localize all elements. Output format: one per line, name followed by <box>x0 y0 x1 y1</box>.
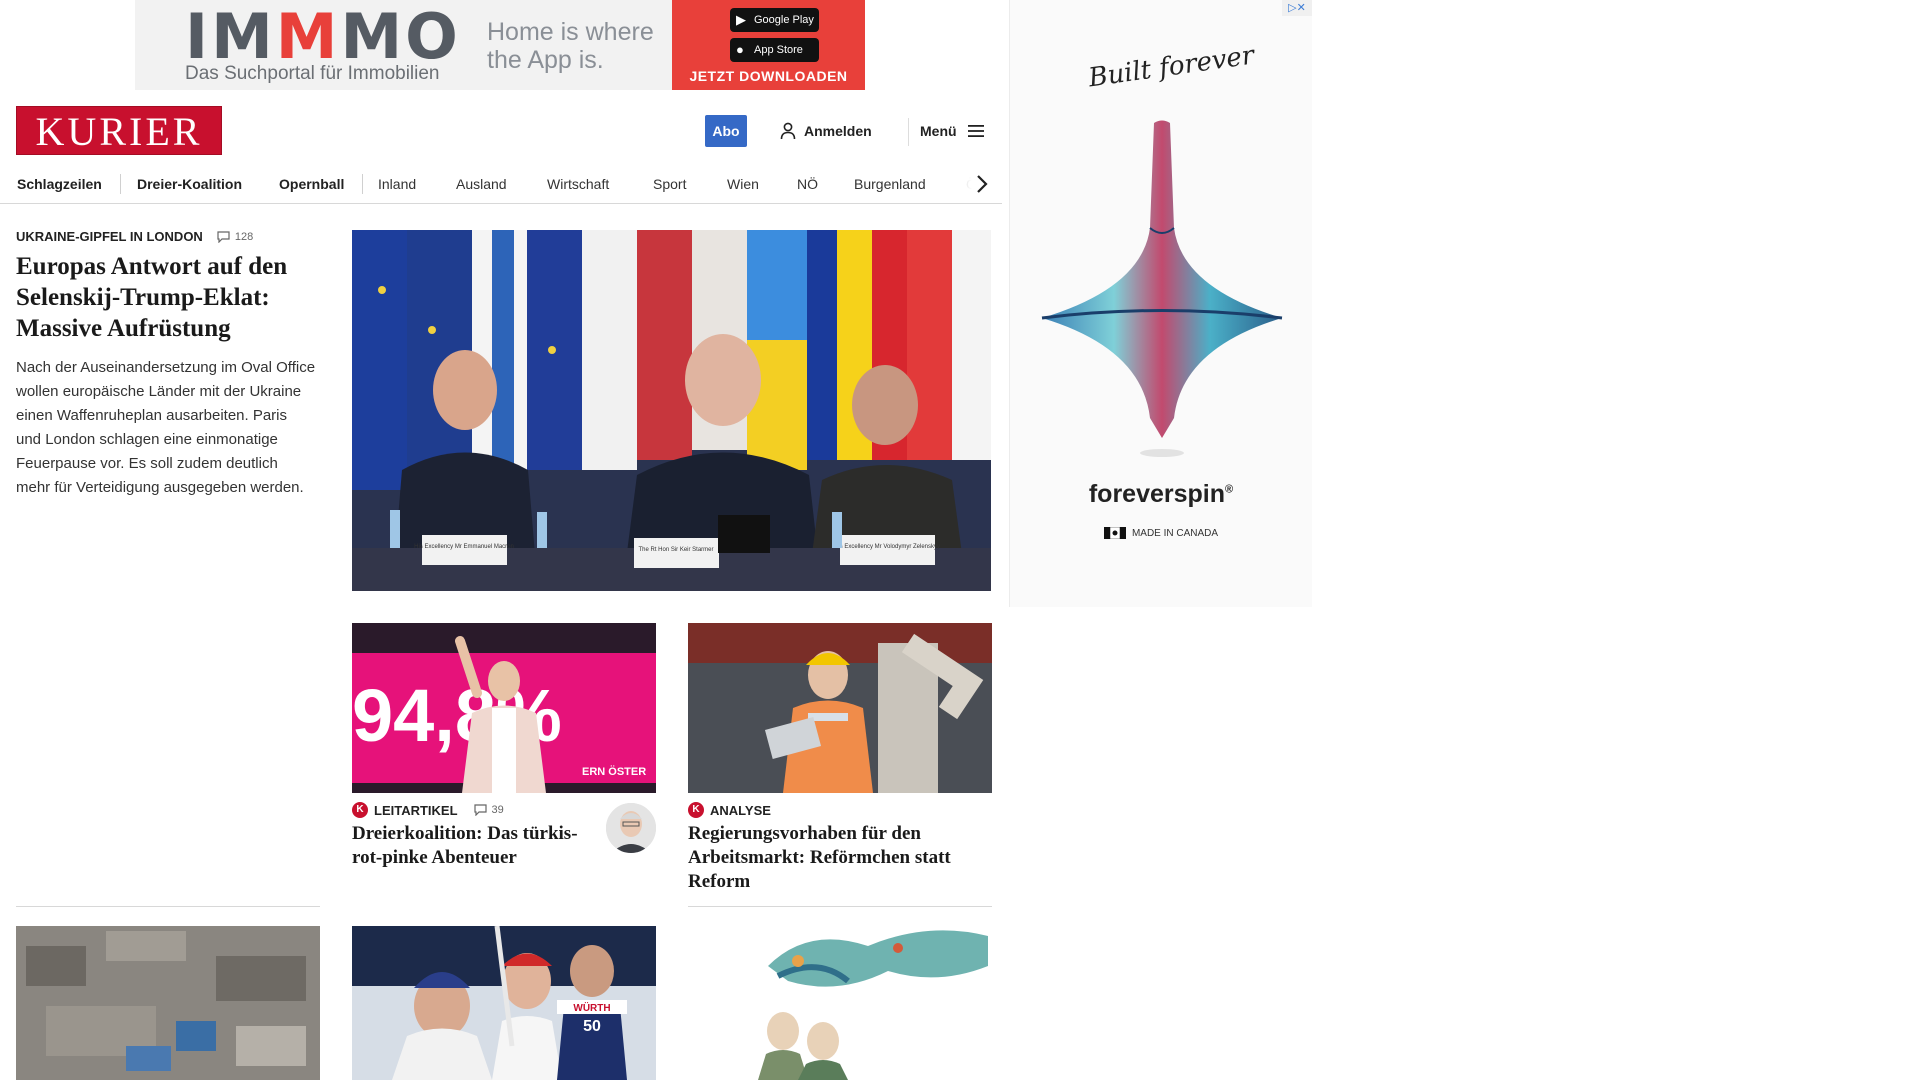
jersey-sponsor: WÜRTH <box>573 1001 610 1014</box>
card-image-illustration[interactable] <box>688 926 992 1080</box>
google-play-button[interactable]: ▶ Google Play <box>730 8 819 32</box>
author-avatar[interactable] <box>606 803 656 853</box>
k-badge-icon: K <box>352 802 368 818</box>
ad-script-tagline: Built forever <box>1086 40 1257 94</box>
bib-number: 50 <box>583 1018 601 1035</box>
spinning-top-graphic <box>1041 120 1283 457</box>
ad-cta-panel[interactable]: ▶ Google Play ● App Store JETZT DOWNLOADEN <box>672 0 865 90</box>
lead-image[interactable]: His Excellency Mr Emmanuel Macron The Rt… <box>352 230 991 591</box>
card-image-banner-text: ERN ÖSTER <box>582 765 646 778</box>
abo-button[interactable]: Abo <box>705 115 747 147</box>
canada-flag-icon <box>1103 527 1126 539</box>
card-kicker-analyse[interactable]: K Analyse <box>688 802 771 818</box>
card-image-ski-jumpers[interactable]: WÜRTH 50 <box>352 926 656 1080</box>
card-title-leitartikel[interactable]: Dreierkoalition: Das türkis-rot-pinke Ab… <box>352 822 597 870</box>
ad-slogan: Home is where the App is. <box>487 18 654 74</box>
row-divider <box>688 906 992 907</box>
section-nav: Schlagzeilen Dreier-Koalition Opernball … <box>0 164 1002 204</box>
nav-item-dreier-koalition[interactable]: Dreier-Koalition <box>137 172 242 196</box>
placard-zelenskyy: His Excellency Mr Volodymyr Zelenskyy <box>834 544 940 550</box>
lead-headline[interactable]: Europas Antwort auf den Selenskij-Trump-… <box>16 251 316 344</box>
login-button[interactable]: Anmelden <box>780 120 872 142</box>
ad-choices-icon[interactable]: ▷✕ <box>1282 0 1312 16</box>
hamburger-icon <box>967 125 984 137</box>
nav-item-sport[interactable]: Sport <box>653 172 686 196</box>
menu-button[interactable]: Menü <box>920 120 985 142</box>
nav-item-opernball[interactable]: Opernball <box>279 172 344 196</box>
nav-divider <box>120 174 121 194</box>
made-in-canada: MADE IN CANADA <box>1010 527 1312 539</box>
nav-item-burgenland[interactable]: Burgenland <box>854 172 926 196</box>
lead-teaser: Nach der Auseinandersetzung im Oval Offi… <box>16 359 316 496</box>
nav-item-wien[interactable]: Wien <box>727 172 759 196</box>
immo-logo: IMMMO <box>185 0 461 73</box>
card-comments[interactable]: 39 <box>473 804 504 816</box>
immo-subtitle: Das Suchportal für Immobilien <box>185 63 440 84</box>
apple-icon: ● <box>736 42 744 57</box>
card-title-analyse[interactable]: Regierungsvorhaben für den Arbeitsmarkt:… <box>688 822 992 894</box>
app-store-button[interactable]: ● App Store <box>730 38 819 62</box>
nav-item-noe[interactable]: NÖ <box>797 172 818 196</box>
lead-kicker[interactable]: Ukraine-Gipfel in London 128 <box>16 229 253 244</box>
header-divider <box>908 118 909 146</box>
placard-macron: His Excellency Mr Emmanuel Macron <box>414 544 514 550</box>
k-badge-icon: K <box>688 802 704 818</box>
card-image-leitartikel[interactable]: 94,8% ERN ÖSTER <box>352 623 656 793</box>
ad-brand-name: foreverspin® <box>1088 480 1234 508</box>
top-banner-ad[interactable]: IMMMO Das Suchportal für Immobilien Home… <box>135 0 865 90</box>
comment-icon <box>217 230 230 243</box>
card-image-rubble[interactable] <box>16 926 320 1080</box>
card-image-analyse[interactable] <box>688 623 992 793</box>
play-store-icon: ▶ <box>736 12 746 27</box>
lead-comments[interactable]: 128 <box>217 231 253 243</box>
card-kicker-label: Analyse <box>710 802 771 818</box>
card-kicker-label: Leitartikel <box>374 802 458 818</box>
menu-label: Menü <box>920 123 957 139</box>
nav-item-wirtschaft[interactable]: Wirtschaft <box>547 172 609 196</box>
placard-starmer: The Rt Hon Sir Keir Starmer <box>638 547 713 553</box>
kurier-logo[interactable]: KURIER <box>16 106 222 155</box>
comment-icon <box>473 804 487 816</box>
nav-divider <box>362 174 363 194</box>
side-ad[interactable]: ▷✕ Built forever foreverspin® MADE IN CA… <box>1009 0 1312 607</box>
nav-item-schlagzeilen[interactable]: Schlagzeilen <box>17 172 102 196</box>
lead-kicker-label: Ukraine-Gipfel in London <box>16 229 203 244</box>
nav-item-ausland[interactable]: Ausland <box>456 172 507 196</box>
nav-item-inland[interactable]: Inland <box>378 172 416 196</box>
row-divider <box>16 906 320 907</box>
user-icon <box>780 122 796 140</box>
card-kicker-leitartikel[interactable]: K Leitartikel 39 <box>352 802 504 818</box>
login-label: Anmelden <box>804 123 872 139</box>
chevron-right-icon[interactable] <box>972 174 992 194</box>
download-cta[interactable]: JETZT DOWNLOADEN <box>672 68 865 84</box>
